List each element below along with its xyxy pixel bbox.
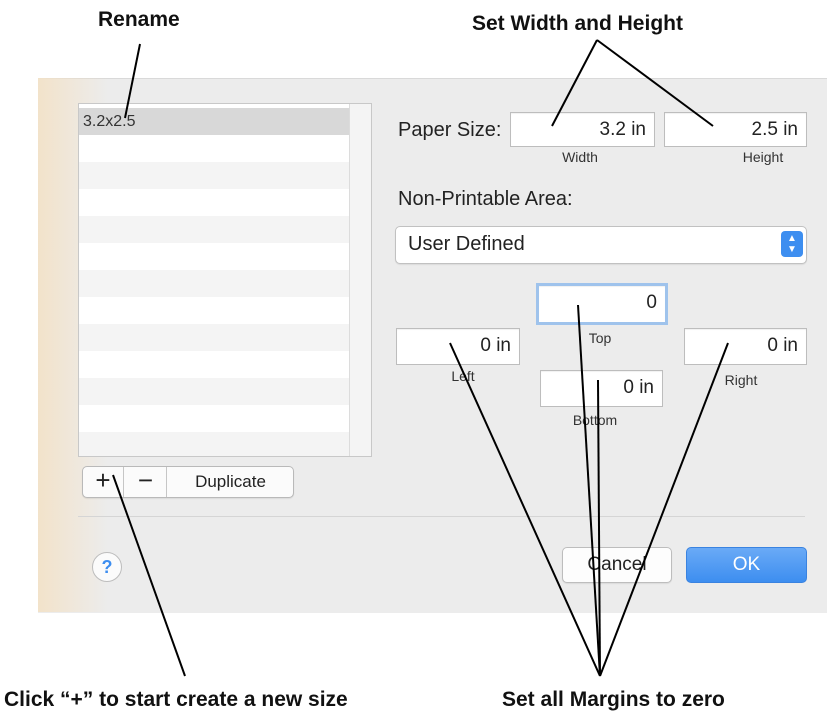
rename-pointer-line — [124, 43, 141, 119]
left-margin-pointer-line — [449, 342, 601, 677]
annotation-pointer-lines — [112, 39, 729, 677]
right-margin-pointer-line — [599, 342, 729, 677]
width-pointer-line — [551, 39, 598, 127]
plus-pointer-line — [112, 474, 186, 677]
height-pointer-line — [596, 39, 714, 127]
top-margin-pointer-line — [577, 304, 601, 677]
